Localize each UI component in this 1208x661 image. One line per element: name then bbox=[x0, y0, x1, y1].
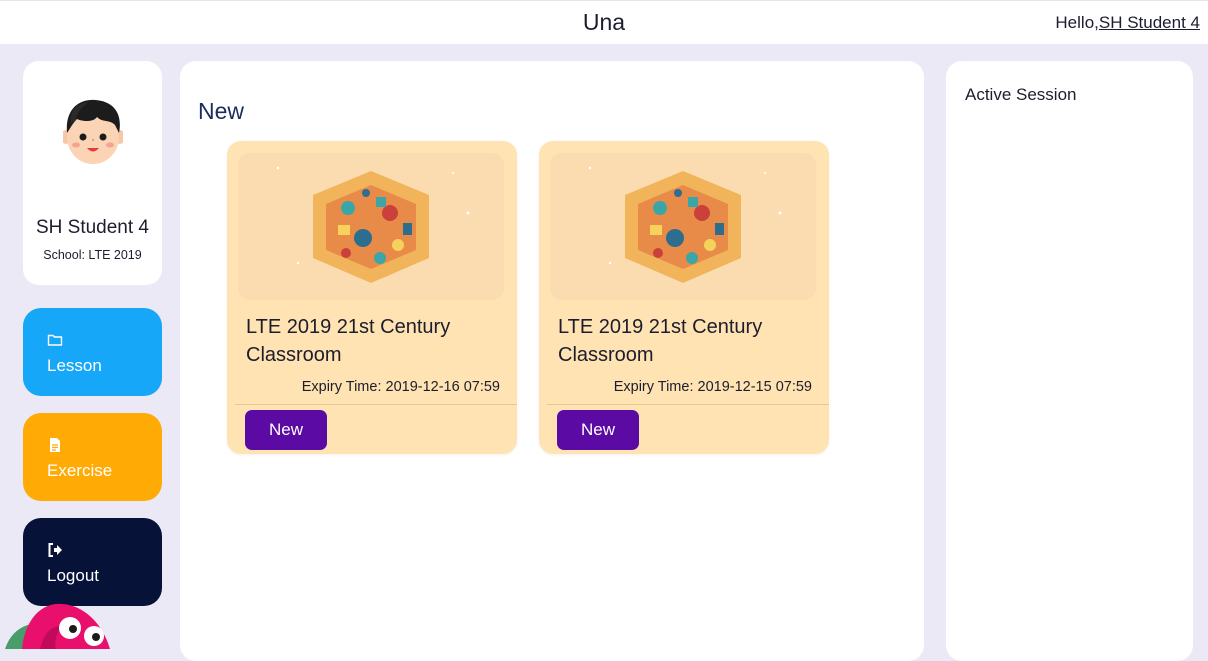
lesson-card[interactable]: LTE 2019 21st Century Classroom Expiry T… bbox=[227, 141, 517, 454]
lesson-button[interactable]: Lesson bbox=[23, 308, 162, 396]
folder-icon bbox=[47, 334, 63, 346]
active-session-panel: Active Session bbox=[946, 61, 1193, 661]
logout-button[interactable]: Logout bbox=[23, 518, 162, 606]
app-title: Una bbox=[582, 9, 626, 35]
card-title: LTE 2019 21st Century Classroom bbox=[246, 316, 451, 366]
active-session-title: Active Session bbox=[965, 85, 1077, 104]
card-thumbnail bbox=[550, 153, 816, 300]
card-divider bbox=[547, 404, 829, 405]
new-button[interactable]: New bbox=[557, 410, 639, 450]
profile-card: SH Student 4 School: LTE 2019 bbox=[23, 61, 162, 285]
lesson-card[interactable]: LTE 2019 21st Century Classroom Expiry T… bbox=[539, 141, 829, 454]
lesson-label: Lesson bbox=[47, 356, 102, 375]
school-label: School: LTE 2019 bbox=[43, 248, 142, 262]
main-panel: New LTE 2019 21st Century Classroom Expi… bbox=[180, 61, 924, 661]
card-expiry: Expiry Time: 2019-12-16 07:59 bbox=[301, 379, 500, 395]
section-title: New bbox=[198, 98, 245, 124]
new-button[interactable]: New bbox=[245, 410, 327, 450]
exercise-label: Exercise bbox=[47, 461, 113, 480]
top-bar: Una Hello,SH Student 4 bbox=[0, 0, 1208, 44]
card-expiry: Expiry Time: 2019-12-15 07:59 bbox=[613, 379, 812, 395]
logout-label: Logout bbox=[47, 566, 99, 585]
document-icon bbox=[50, 438, 60, 452]
mascot-image bbox=[5, 603, 110, 649]
exercise-button[interactable]: Exercise bbox=[23, 413, 162, 501]
card-thumbnail bbox=[238, 153, 504, 300]
card-divider bbox=[235, 404, 517, 405]
greeting: Hello,SH Student 4 bbox=[1055, 13, 1200, 33]
avatar bbox=[63, 99, 123, 164]
sign-out-icon bbox=[48, 543, 62, 557]
card-title: LTE 2019 21st Century Classroom bbox=[558, 316, 763, 366]
user-profile-link[interactable]: SH Student 4 bbox=[1099, 13, 1200, 32]
greeting-prefix: Hello, bbox=[1055, 13, 1099, 32]
student-name: SH Student 4 bbox=[35, 217, 150, 238]
